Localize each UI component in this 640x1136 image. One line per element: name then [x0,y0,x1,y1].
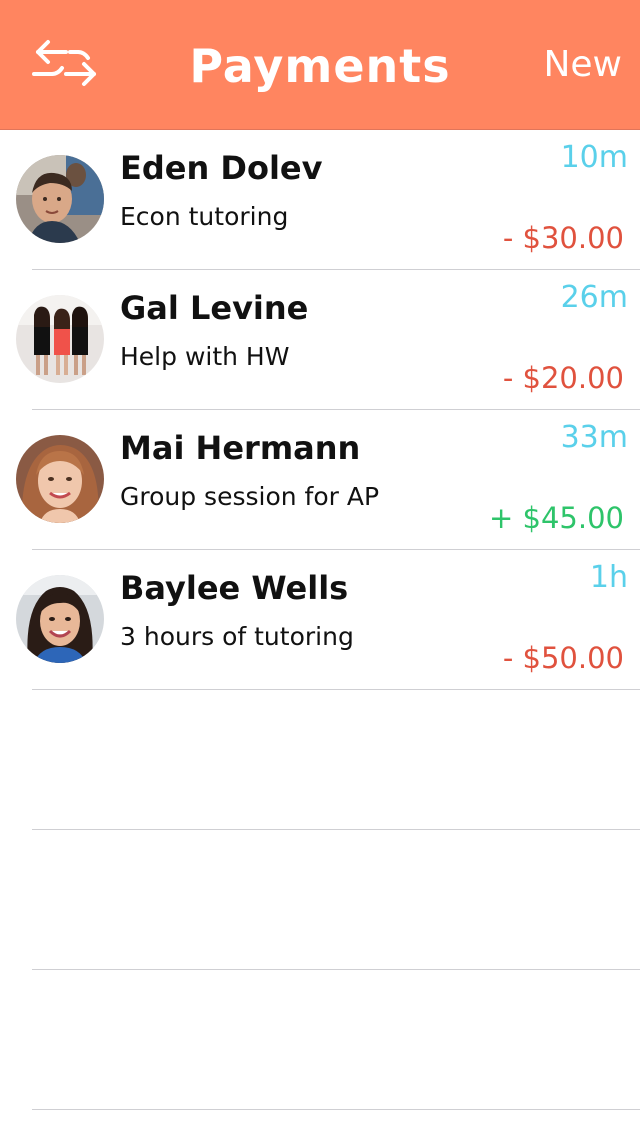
list-item[interactable]: Mai Hermann Group session for AP 33m + $… [0,410,640,550]
payment-time: 26m [560,280,628,315]
payment-description: Help with HW [120,342,290,371]
list-item[interactable]: Gal Levine Help with HW 26m - $20.00 [0,270,640,410]
payment-time: 10m [560,140,628,175]
payments-list: Eden Dolev Econ tutoring 10m - $30.00 Ga… [0,130,640,1110]
avatar [16,435,104,523]
payment-description: 3 hours of tutoring [120,622,354,651]
new-payment-button[interactable]: New [543,40,622,90]
payer-name: Mai Hermann [120,429,361,467]
avatar [16,575,104,663]
empty-list-row [0,830,640,970]
navigation-bar: Payments New [0,0,640,130]
payment-amount: - $30.00 [502,221,624,255]
payer-name: Eden Dolev [120,149,323,187]
payment-amount: + $45.00 [489,501,624,535]
payment-description: Group session for AP [120,482,380,511]
payment-amount: - $20.00 [502,361,624,395]
avatar [16,155,104,243]
row-divider [32,1109,640,1110]
empty-list-row [0,690,640,830]
payment-amount: - $50.00 [502,641,624,675]
list-item[interactable]: Baylee Wells 3 hours of tutoring 1h - $5… [0,550,640,690]
payment-time: 33m [560,420,628,455]
payment-time: 1h [589,560,628,595]
payer-name: Baylee Wells [120,569,349,607]
avatar [16,295,104,383]
list-item[interactable]: Eden Dolev Econ tutoring 10m - $30.00 [0,130,640,270]
payment-description: Econ tutoring [120,202,289,231]
payer-name: Gal Levine [120,289,309,327]
empty-list-row [0,970,640,1110]
